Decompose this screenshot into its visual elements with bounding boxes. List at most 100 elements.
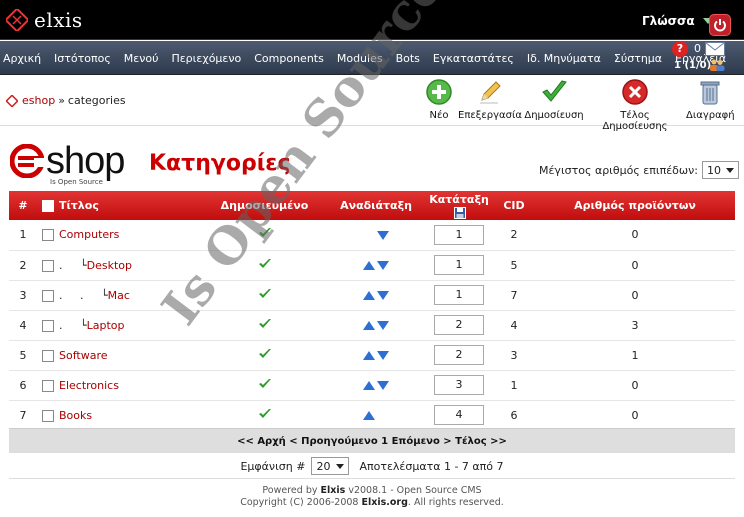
category-link[interactable]: Electronics [59, 379, 119, 392]
category-link[interactable]: Books [59, 409, 92, 422]
order-input[interactable]: 4 [434, 405, 484, 425]
display-count-value: 20 [316, 459, 331, 473]
powered-brand[interactable]: Elxis [321, 485, 346, 496]
row-num: 6 [9, 370, 37, 401]
page-header: shop Is Open Source Κατηγορίες Μέγιστος … [0, 126, 744, 188]
menu-item-content[interactable]: Περιεχόμενο [171, 52, 241, 65]
logout-button[interactable] [709, 14, 731, 36]
order-input[interactable]: 3 [434, 375, 484, 395]
published-check-icon[interactable] [258, 318, 272, 330]
eshop-logo-subtext: Is Open Source [50, 178, 103, 186]
new-button[interactable]: Νέο [424, 78, 454, 121]
order-input[interactable]: 2 [434, 345, 484, 365]
table-row: 3 . . └Mac 1 7 0 [9, 280, 735, 311]
menu-item-bots[interactable]: Bots [396, 52, 420, 65]
unpublish-button[interactable]: Τέλος Δημοσίευσης [589, 78, 681, 132]
published-check-icon[interactable] [258, 348, 272, 360]
select-all-checkbox[interactable] [42, 200, 54, 212]
row-checkbox[interactable] [42, 409, 54, 422]
pencil-icon [480, 81, 501, 104]
copyright-site-link[interactable]: Elxis.org [362, 497, 408, 508]
published-check-icon[interactable] [258, 258, 272, 270]
results-text: Αποτελέσματα 1 - 7 από 7 [359, 459, 504, 473]
move-down-icon[interactable] [377, 230, 389, 240]
breadcrumb-separator: » [58, 94, 65, 107]
col-products: Αριθμός προϊόντων [535, 191, 735, 220]
max-levels-label: Μέγιστος αριθμός επιπέδων: [539, 163, 698, 177]
category-link[interactable]: Laptop [87, 319, 125, 332]
order-input[interactable]: 1 [434, 255, 484, 275]
delete-button[interactable]: Διαγραφή [686, 78, 735, 121]
col-cid[interactable]: CID [493, 191, 535, 220]
checkmark-icon [542, 80, 567, 102]
col-published[interactable]: Δημοσιευμένο [202, 191, 327, 220]
menu-item-menu[interactable]: Μενού [124, 52, 159, 65]
category-link[interactable]: Mac [108, 289, 130, 302]
menu-item-components[interactable]: Components [254, 52, 324, 65]
publish-button[interactable]: Δημοσίευση [524, 78, 584, 121]
display-count-select[interactable]: 20 [311, 457, 350, 475]
move-up-icon[interactable] [363, 351, 375, 360]
breadcrumb-current: categories [67, 94, 126, 107]
users-icon[interactable] [709, 59, 725, 71]
category-link[interactable]: Computers [59, 228, 119, 241]
move-down-icon[interactable] [377, 321, 389, 330]
menu-item-installers[interactable]: Εγκαταστάτες [433, 52, 514, 65]
category-link[interactable]: Software [59, 349, 108, 362]
move-up-icon[interactable] [363, 261, 375, 270]
pagination-links[interactable]: << Αρχή < Προηγούμενο 1 Επόμενο > Τέλος … [9, 428, 735, 453]
order-input[interactable]: 2 [434, 315, 484, 335]
row-checkbox[interactable] [42, 259, 54, 272]
main-menu: Αρχική Ιστότοπος Μενού Περιεχόμενο Compo… [0, 41, 744, 75]
help-icon[interactable]: ? [672, 41, 688, 57]
menu-item-modules[interactable]: Modules [337, 52, 383, 65]
categories-table: # Τίτλος Δημοσιευμένο Αναδιάταξη Κατάταξ… [9, 191, 735, 431]
elxis-logo[interactable]: elxis [6, 7, 83, 33]
menu-item-site[interactable]: Ιστότοπος [54, 52, 111, 65]
category-link[interactable]: Desktop [87, 259, 132, 272]
row-checkbox[interactable] [42, 289, 54, 302]
save-order-icon[interactable] [454, 206, 466, 219]
move-down-icon[interactable] [377, 291, 389, 300]
col-order[interactable]: Κατάταξη [425, 191, 493, 220]
max-levels-control: Μέγιστος αριθμός επιπέδων: 10 [539, 161, 739, 179]
published-check-icon[interactable] [258, 288, 272, 300]
move-up-icon[interactable] [363, 411, 375, 420]
published-check-icon[interactable] [258, 408, 272, 420]
mail-icon[interactable] [705, 42, 725, 56]
move-up-icon[interactable] [363, 321, 375, 330]
online-users-count: 1 (1/0) [674, 60, 712, 71]
menu-item-system[interactable]: Σύστημα [614, 52, 662, 65]
powered-version: v2008.1 - Open Source CMS [348, 485, 482, 496]
order-input[interactable]: 1 [434, 285, 484, 305]
move-up-icon[interactable] [363, 291, 375, 300]
delete-label: Διαγραφή [686, 110, 735, 121]
table-row: 1 Computers 1 2 0 [9, 220, 735, 251]
power-icon [714, 19, 726, 32]
published-check-icon[interactable] [258, 227, 272, 239]
row-checkbox[interactable] [42, 319, 54, 332]
move-down-icon[interactable] [377, 381, 389, 390]
language-selector[interactable]: Γλώσσα [642, 14, 713, 28]
menu-item-home[interactable]: Αρχική [3, 52, 41, 65]
row-products: 0 [535, 280, 735, 311]
list-footer: Εμφάνιση # 20 Αποτελέσματα 1 - 7 από 7 [9, 454, 735, 479]
move-down-icon[interactable] [377, 261, 389, 270]
menu-item-private-messages[interactable]: Ιδ. Μηνύματα [527, 52, 601, 65]
sub-toolbar: eshop » categories Νέο Επεξεργασία Δημοσ… [0, 76, 744, 132]
move-down-icon[interactable] [377, 351, 389, 360]
edit-button[interactable]: Επεξεργασία [457, 78, 523, 121]
published-check-icon[interactable] [258, 378, 272, 390]
row-checkbox[interactable] [42, 349, 54, 362]
col-select-all[interactable] [37, 191, 59, 220]
chevron-down-icon [725, 167, 734, 173]
max-levels-select[interactable]: 10 [701, 161, 739, 179]
row-checkbox[interactable] [42, 229, 54, 242]
row-cid: 4 [493, 310, 535, 341]
breadcrumb-component-link[interactable]: eshop [22, 94, 55, 107]
col-title[interactable]: Τίτλος [59, 191, 202, 220]
row-checkbox[interactable] [42, 379, 54, 392]
order-input[interactable]: 1 [434, 224, 484, 245]
elxis-logo-icon [6, 9, 28, 31]
move-up-icon[interactable] [363, 381, 375, 390]
